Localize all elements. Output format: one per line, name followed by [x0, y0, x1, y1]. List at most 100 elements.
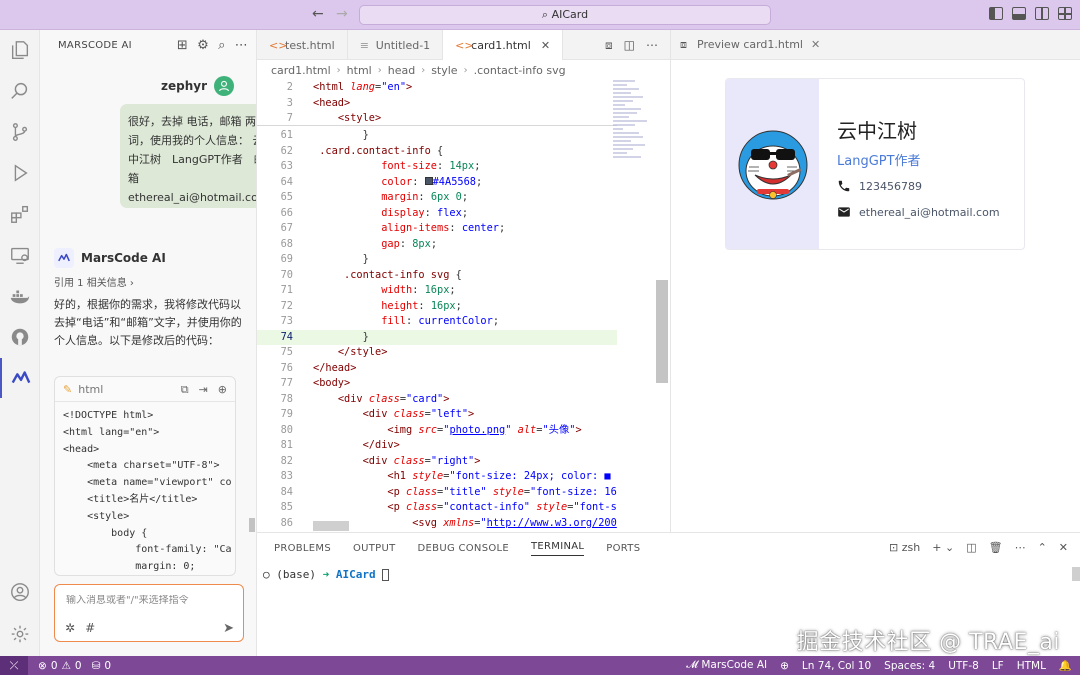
hash-icon[interactable]: #: [85, 621, 95, 635]
terminal-output[interactable]: ○ (base) ➜ AICard: [263, 568, 390, 581]
end-of-line[interactable]: LF: [992, 660, 1004, 672]
sparkle-icon[interactable]: ✲: [65, 621, 75, 635]
search-icon[interactable]: [0, 71, 40, 111]
radio-tower-icon: ⛁: [91, 659, 101, 672]
tab-debug-console[interactable]: DEBUG CONSOLE: [418, 543, 509, 554]
customize-layout-icon[interactable]: [1058, 7, 1072, 20]
back-arrow-icon[interactable]: ←: [312, 6, 324, 22]
split-editor-icon[interactable]: ◫: [624, 38, 635, 53]
forward-arrow-icon[interactable]: →: [336, 6, 348, 22]
editor-horizontal-scrollbar[interactable]: [313, 521, 349, 531]
settings-icon[interactable]: ⚙: [197, 38, 209, 53]
ports-status[interactable]: ⛁ 0: [92, 660, 112, 672]
watermark: 掘金技术社区 @ TRAE_ai: [796, 630, 1060, 655]
remote-indicator-icon[interactable]: ⤫: [0, 656, 28, 675]
code-line: 68 gap: 8px;: [280, 237, 438, 250]
prompt-env: ○ (base): [263, 568, 316, 581]
explorer-icon[interactable]: [0, 30, 40, 70]
minimap[interactable]: [613, 80, 653, 240]
bottom-panel: PROBLEMS OUTPUT DEBUG CONSOLE TERMINAL P…: [257, 532, 1080, 656]
account-icon[interactable]: [0, 572, 40, 612]
docker-icon[interactable]: [0, 276, 40, 316]
toggle-primary-sidebar-icon[interactable]: [989, 7, 1003, 20]
send-icon[interactable]: ➤: [223, 621, 234, 636]
user-header: zephyr: [161, 76, 234, 96]
tab-untitled-1[interactable]: ≡ Untitled-1: [348, 30, 444, 60]
tab-preview[interactable]: ⧈ Preview card1.html ✕: [671, 30, 1080, 60]
close-panel-icon[interactable]: ✕: [1059, 541, 1068, 554]
code-line: 80 <img src="photo.png" alt="头像">: [280, 423, 582, 436]
code-line: 73 fill: currentColor;: [280, 315, 500, 327]
breadcrumb-item[interactable]: html: [347, 64, 372, 77]
more-icon[interactable]: ⋯: [235, 38, 248, 53]
github-icon[interactable]: [0, 317, 40, 357]
terminal-scrollbar[interactable]: [1072, 567, 1080, 581]
tab-terminal[interactable]: TERMINAL: [531, 541, 585, 556]
toggle-panel-icon[interactable]: [1012, 7, 1026, 20]
tab-label: card1.html: [471, 38, 531, 52]
avatar: [214, 76, 234, 96]
tab-problems[interactable]: PROBLEMS: [274, 543, 331, 554]
maximize-panel-icon[interactable]: ⌃: [1038, 541, 1047, 554]
source-control-icon[interactable]: [0, 112, 40, 152]
remote-explorer-icon[interactable]: [0, 235, 40, 275]
terminal-shell[interactable]: ⊡ zsh: [889, 541, 920, 554]
code-area[interactable]: 2 <html lang="en"> 3 <head> 7 <style> 61 }…: [257, 80, 670, 532]
marscode-status[interactable]: 𝓜 MarsCode AI: [686, 659, 767, 672]
code-line: 78 <div class="card">: [280, 392, 450, 405]
settings-gear-icon[interactable]: [0, 614, 40, 654]
chat-input[interactable]: [66, 595, 234, 606]
code-line: 83 <h1 style="font-size: 24px; color: ■: [280, 470, 611, 482]
code-line: 70 .contact-info svg {: [280, 268, 462, 281]
open-preview-icon[interactable]: ⧈: [605, 38, 613, 53]
new-file-icon[interactable]: ⊕: [218, 383, 227, 397]
problems-status[interactable]: ⊗ 0 ⚠ 0: [38, 660, 82, 672]
close-tab-icon[interactable]: ✕: [541, 39, 550, 52]
code-line: 82 <div class="right">: [280, 454, 481, 467]
tab-test-html[interactable]: <> test.html: [257, 30, 348, 60]
tab-ports[interactable]: PORTS: [606, 543, 640, 554]
notifications-icon[interactable]: 🔔: [1059, 659, 1072, 672]
extensions-icon[interactable]: [0, 194, 40, 234]
trash-icon[interactable]: 🗑: [989, 541, 1003, 554]
marscode-ai-icon[interactable]: [0, 358, 40, 398]
history-icon[interactable]: ⌕: [218, 38, 226, 53]
language-mode[interactable]: HTML: [1017, 660, 1046, 672]
command-center-search[interactable]: ⌕ AICard: [359, 5, 771, 25]
breadcrumb-item[interactable]: card1.html: [271, 64, 331, 77]
code-line: 76 </head>: [280, 361, 357, 374]
toggle-secondary-sidebar-icon[interactable]: [1035, 7, 1049, 20]
breadcrumb-item[interactable]: head: [388, 64, 415, 77]
cursor-position[interactable]: Ln 74, Col 10: [802, 660, 871, 672]
breadcrumb-item[interactable]: style: [431, 64, 457, 77]
copy-icon[interactable]: ⧉: [181, 383, 189, 397]
split-terminal-icon[interactable]: ◫: [966, 541, 976, 554]
card-phone: 123456789: [859, 179, 922, 193]
ports-count: 0: [104, 659, 112, 672]
run-debug-icon[interactable]: [0, 153, 40, 193]
tab-card1-html[interactable]: <> card1.html ✕: [443, 30, 564, 60]
close-tab-icon[interactable]: ✕: [811, 38, 820, 51]
panel-scrollbar[interactable]: [249, 518, 255, 532]
new-chat-icon[interactable]: ⊞: [177, 38, 188, 53]
code-line: 81 </div>: [280, 439, 400, 451]
tab-output[interactable]: OUTPUT: [353, 543, 396, 554]
search-icon: ⌕: [541, 8, 549, 21]
reference-link[interactable]: 引用 1 相关信息 ›: [54, 274, 134, 289]
more-actions-icon[interactable]: ⋯: [646, 38, 658, 53]
new-terminal-icon[interactable]: + ⌄: [932, 541, 954, 554]
encoding[interactable]: UTF-8: [948, 660, 979, 672]
zoom-icon[interactable]: ⊕: [780, 660, 789, 672]
html-file-icon: ✎: [63, 382, 73, 396]
chevron-right-icon: ›: [421, 64, 426, 76]
chat-input-box[interactable]: ✲ # ➤: [54, 584, 244, 642]
indentation[interactable]: Spaces: 4: [884, 660, 935, 672]
editor-vertical-scrollbar[interactable]: [656, 280, 668, 383]
chevron-right-icon: ›: [463, 64, 468, 76]
code-line: 79 <div class="left">: [280, 408, 475, 420]
user-message-bubble: 很好，去掉 电话，邮箱 两个词，使用我的个人信息： 云中江树 LangGPT作者…: [120, 104, 256, 208]
insert-icon[interactable]: ⇥: [199, 383, 208, 397]
breadcrumb-item[interactable]: .contact-info svg: [474, 64, 566, 77]
more-icon[interactable]: ⋯: [1015, 541, 1026, 554]
phone-icon: [838, 180, 850, 192]
